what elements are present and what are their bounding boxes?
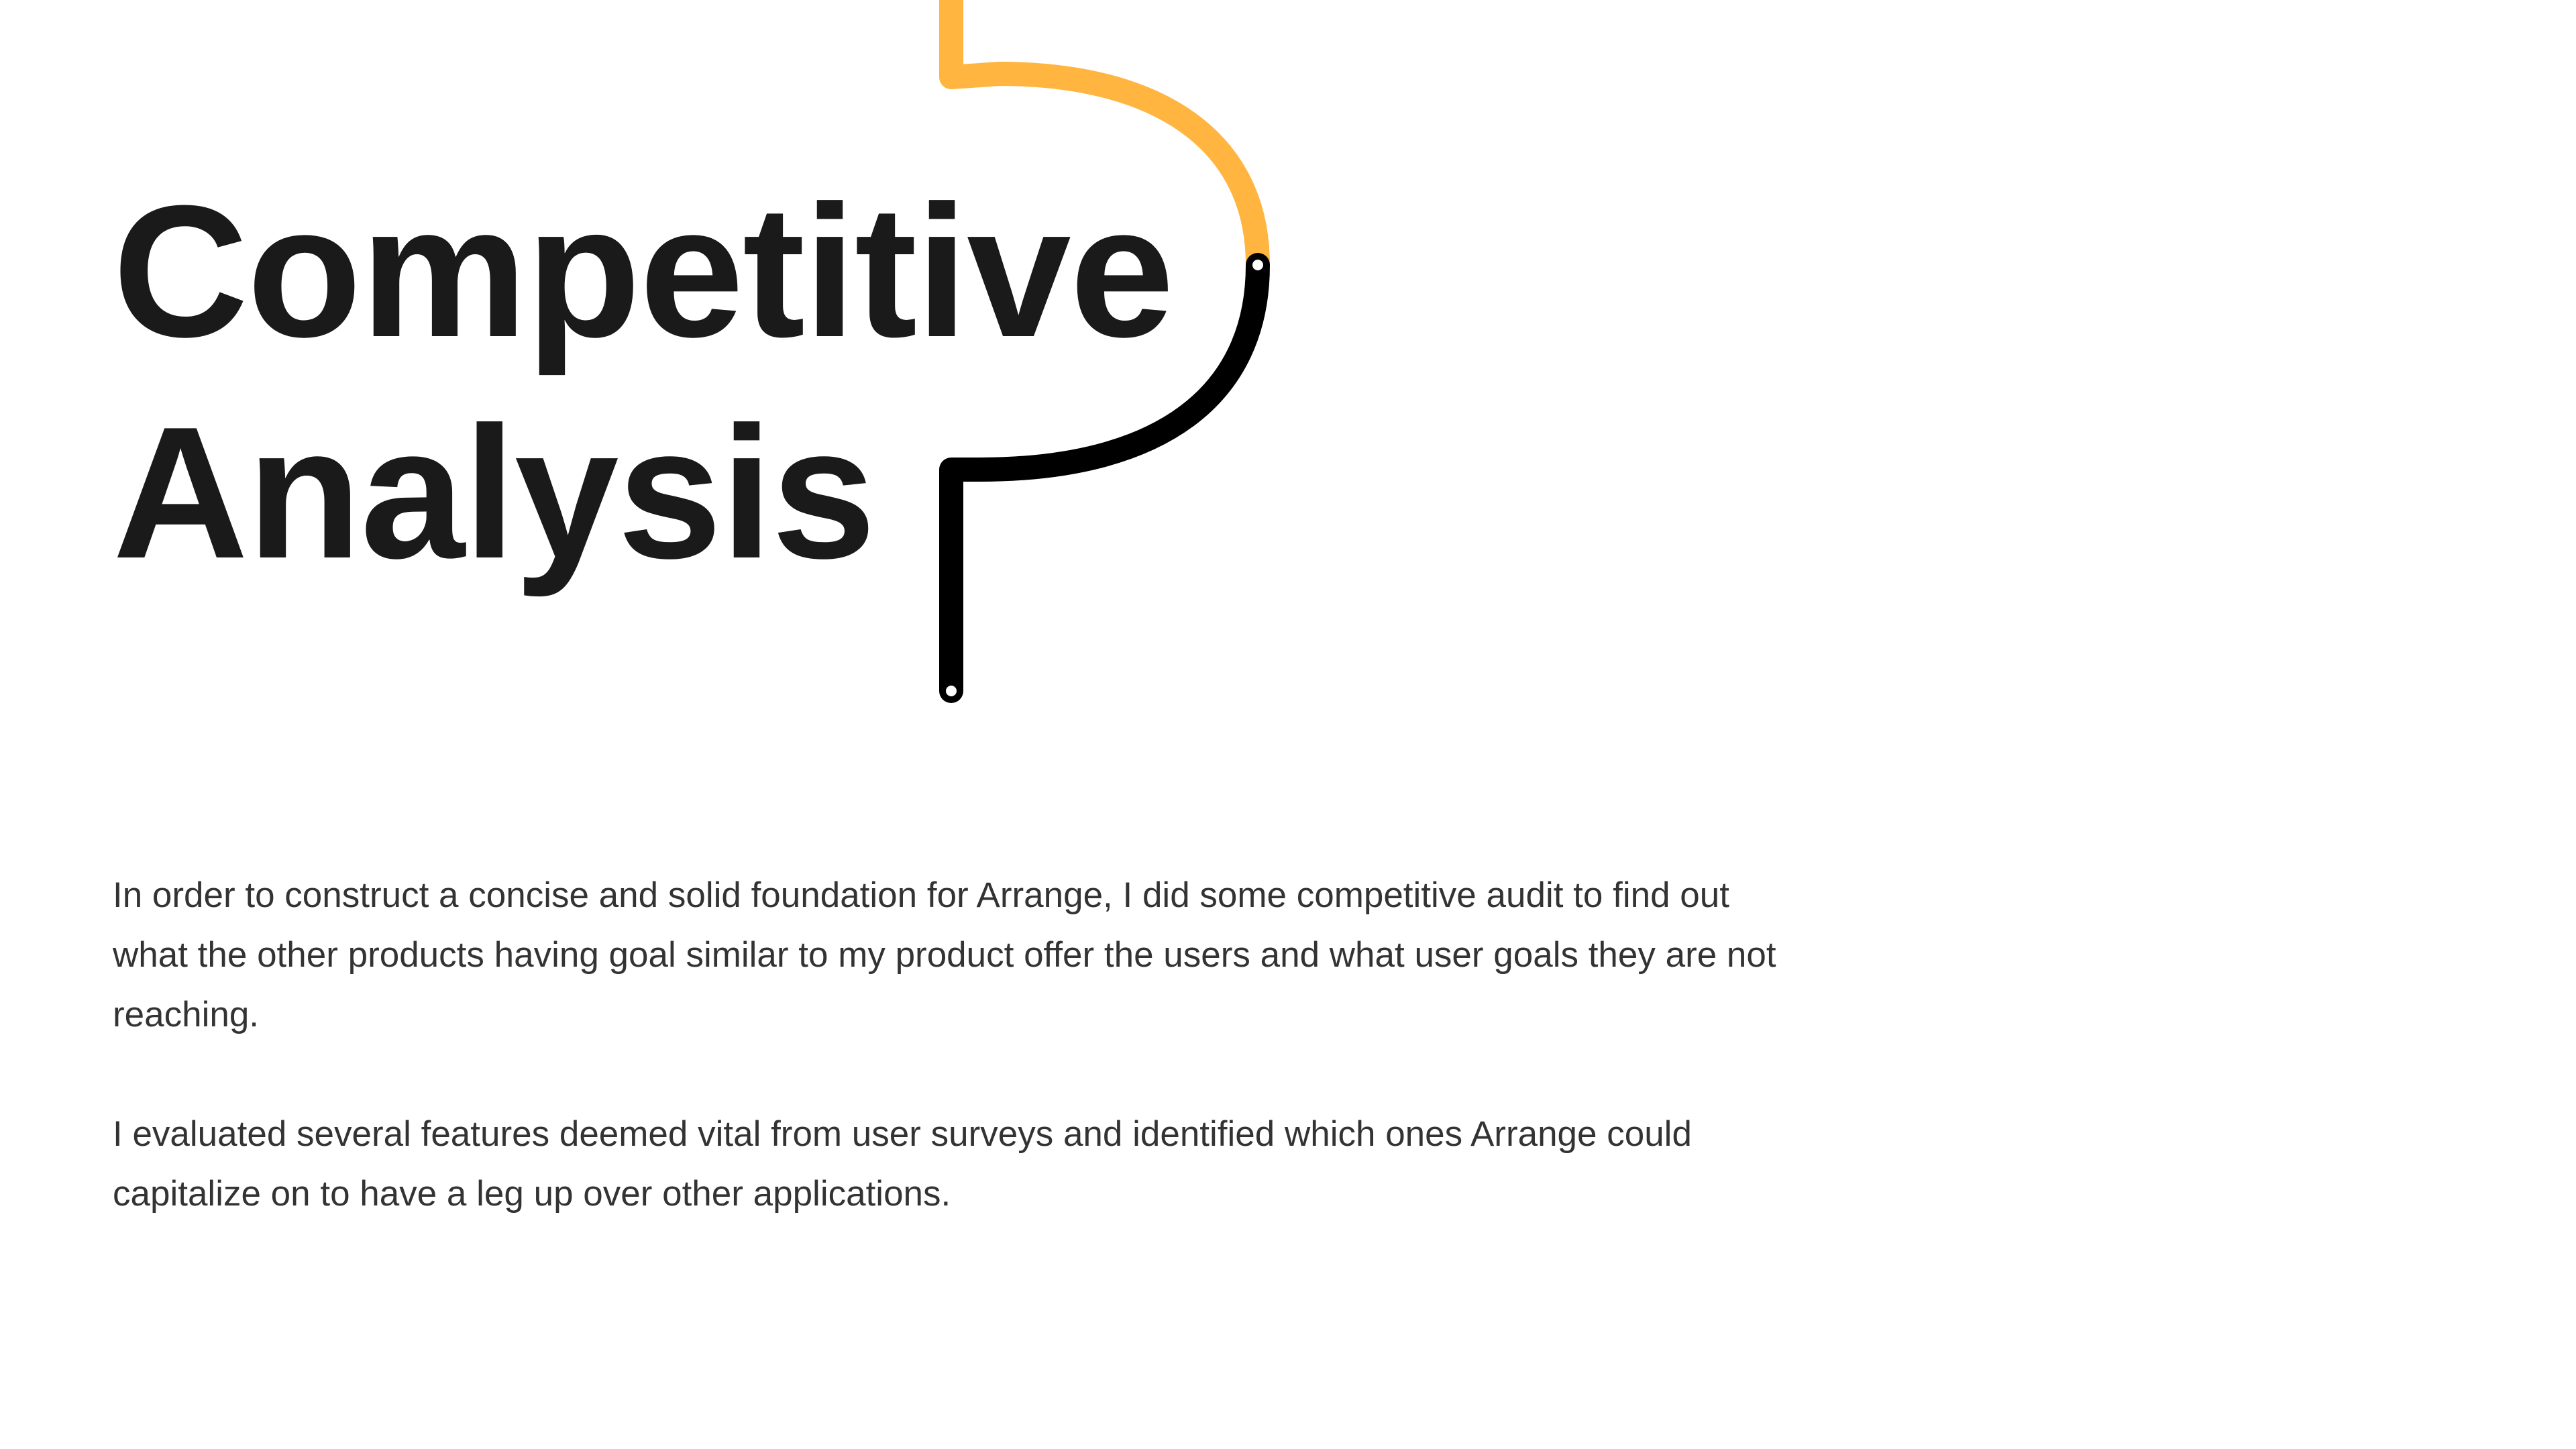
title-line-1: Competitive xyxy=(113,167,1174,376)
curve-end-dot xyxy=(946,686,957,696)
title-line-2: Analysis xyxy=(113,388,876,598)
curve-joint-dot xyxy=(1252,260,1263,270)
intro-text: In order to construct a concise and soli… xyxy=(113,865,1790,1283)
intro-paragraph-1: In order to construct a concise and soli… xyxy=(113,875,1776,1034)
intro-paragraph-2: I evaluated several features deemed vita… xyxy=(113,1114,1692,1214)
page-title: Competitive Analysis xyxy=(113,161,1174,604)
